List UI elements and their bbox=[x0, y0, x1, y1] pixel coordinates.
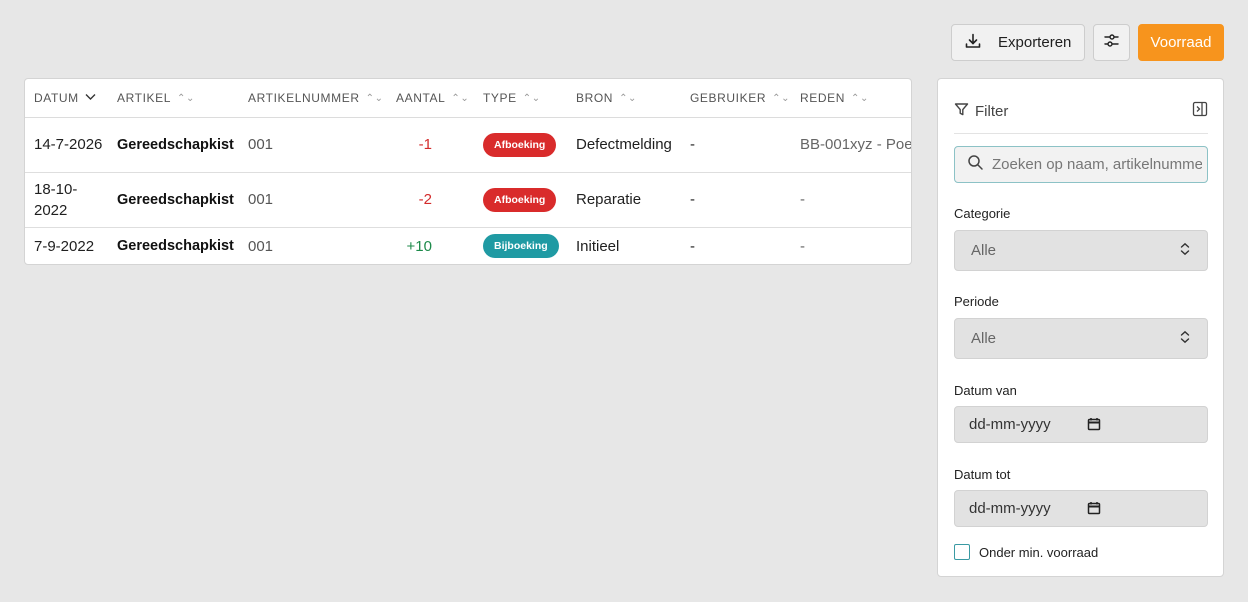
filter-icon bbox=[954, 102, 969, 121]
filter-panel: Filter Categorie Alle Periode Alle Datum… bbox=[937, 78, 1224, 577]
column-header-artikel[interactable]: ARTIKEL ⌃⌄ bbox=[108, 79, 239, 118]
filter-title: Filter bbox=[954, 102, 1008, 121]
categorie-value: Alle bbox=[971, 242, 997, 259]
panel-collapse-icon[interactable] bbox=[1192, 101, 1208, 122]
periode-value: Alle bbox=[971, 330, 997, 347]
export-button-label: Exporteren bbox=[998, 34, 1072, 51]
column-header-reden[interactable]: REDEN ⌃⌄ bbox=[791, 79, 911, 118]
datum-van-value: dd-mm-yyyy bbox=[969, 416, 1051, 433]
sort-icon: ⌃⌄ bbox=[177, 93, 195, 105]
table-row[interactable]: 18-10-2022 Gereedschapkist 001 -2 Afboek… bbox=[25, 172, 911, 228]
datum-tot-input[interactable]: dd-mm-yyyy bbox=[954, 490, 1208, 527]
cell-bron: Reparatie bbox=[567, 172, 681, 228]
cell-type: Afboeking bbox=[474, 117, 567, 173]
toolbar: Exporteren Voorraad bbox=[951, 24, 1224, 61]
search-icon bbox=[967, 154, 984, 176]
column-header-type[interactable]: TYPE ⌃⌄ bbox=[474, 79, 567, 118]
chevron-updown-icon bbox=[1179, 330, 1191, 348]
sort-icon: ⌃⌄ bbox=[451, 93, 470, 105]
datum-tot-value: dd-mm-yyyy bbox=[969, 500, 1051, 517]
cell-aantal: +10 bbox=[406, 237, 432, 255]
datum-tot-label: Datum tot bbox=[954, 467, 1011, 482]
datum-van-label: Datum van bbox=[954, 383, 1017, 398]
cell-type: Bijboeking bbox=[474, 227, 567, 264]
cell-gebruiker: - bbox=[690, 237, 695, 255]
filter-title-label: Filter bbox=[975, 103, 1009, 120]
chevron-updown-icon bbox=[1179, 242, 1191, 260]
min-stock-checkbox[interactable] bbox=[954, 544, 970, 560]
cell-datum: 18-10-2022 bbox=[25, 172, 108, 228]
column-header-gebruiker[interactable]: GEBRUIKER ⌃⌄ bbox=[681, 79, 791, 118]
table-header-row: DATUM ARTIKEL ⌃⌄ ARTIKELNUMMER ⌃⌄ AANTAL ⌃⌄… bbox=[25, 79, 911, 118]
column-header-datum[interactable]: DATUM bbox=[25, 79, 108, 118]
type-badge: Bijboeking bbox=[483, 234, 559, 259]
divider bbox=[954, 133, 1208, 134]
table-row[interactable]: 14-7-2026 Gereedschapkist 001 -1 Afboeki… bbox=[25, 117, 911, 173]
table-row[interactable]: 7-9-2022 Gereedschapkist 001 +10 Bijboek… bbox=[25, 227, 911, 264]
cell-artikelnummer: 001 bbox=[239, 172, 387, 228]
cell-reden: - bbox=[791, 172, 911, 228]
cell-gebruiker: - bbox=[681, 172, 791, 228]
column-header-aantal[interactable]: AANTAL ⌃⌄ bbox=[387, 79, 474, 118]
cell-reden: BB-001xyz - Poe bbox=[791, 117, 911, 173]
cell-bron: Initieel bbox=[576, 237, 620, 255]
stock-mutations-table: DATUM ARTIKEL ⌃⌄ ARTIKELNUMMER ⌃⌄ AANTAL ⌃⌄… bbox=[24, 78, 912, 265]
cell-artikel: Gereedschapkist bbox=[117, 238, 234, 255]
cell-aantal: -1 bbox=[387, 117, 474, 173]
search-input[interactable] bbox=[992, 156, 1202, 173]
cell-datum: 7-9-2022 bbox=[34, 237, 95, 255]
datum-van-input[interactable]: dd-mm-yyyy bbox=[954, 406, 1208, 443]
stock-button[interactable]: Voorraad bbox=[1138, 24, 1224, 61]
download-icon bbox=[964, 32, 982, 54]
column-header-artikelnummer[interactable]: ARTIKELNUMMER ⌃⌄ bbox=[239, 79, 387, 118]
cell-gebruiker: - bbox=[681, 117, 791, 173]
categorie-label: Categorie bbox=[954, 206, 1011, 221]
periode-label: Periode bbox=[954, 294, 999, 309]
column-header-bron[interactable]: BRON ⌃⌄ bbox=[567, 79, 681, 118]
periode-select[interactable]: Alle bbox=[954, 318, 1208, 359]
cell-reden: - bbox=[800, 237, 805, 255]
settings-button[interactable] bbox=[1093, 24, 1130, 61]
cell-artikelnummer: 001 bbox=[239, 117, 387, 173]
min-stock-filter[interactable]: Onder min. voorraad bbox=[954, 544, 1098, 560]
cell-bron: Defectmelding bbox=[567, 117, 681, 173]
sort-icon: ⌃⌄ bbox=[522, 93, 541, 105]
search-field[interactable] bbox=[954, 146, 1208, 183]
calendar-icon[interactable] bbox=[1087, 501, 1101, 519]
chevron-down-icon bbox=[85, 93, 96, 104]
calendar-icon[interactable] bbox=[1087, 417, 1101, 435]
cell-artikel: Gereedschapkist bbox=[108, 172, 239, 228]
cell-datum: 14-7-2026 bbox=[25, 117, 108, 173]
cell-artikelnummer: 001 bbox=[248, 237, 274, 255]
filter-panel-header: Filter bbox=[954, 101, 1208, 122]
sort-icon: ⌃⌄ bbox=[365, 93, 384, 105]
sort-icon: ⌃⌄ bbox=[851, 93, 869, 105]
cell-type: Afboeking bbox=[474, 172, 567, 228]
cell-aantal: -2 bbox=[387, 172, 474, 228]
cell-artikel: Gereedschapkist bbox=[108, 117, 239, 173]
export-button[interactable]: Exporteren bbox=[951, 24, 1085, 61]
min-stock-label: Onder min. voorraad bbox=[979, 544, 1099, 560]
type-badge: Afboeking bbox=[483, 187, 557, 212]
sort-icon: ⌃⌄ bbox=[619, 93, 638, 105]
sort-icon: ⌃⌄ bbox=[772, 93, 791, 105]
type-badge: Afboeking bbox=[483, 132, 557, 157]
categorie-select[interactable]: Alle bbox=[954, 230, 1208, 271]
sliders-icon bbox=[1103, 32, 1120, 53]
